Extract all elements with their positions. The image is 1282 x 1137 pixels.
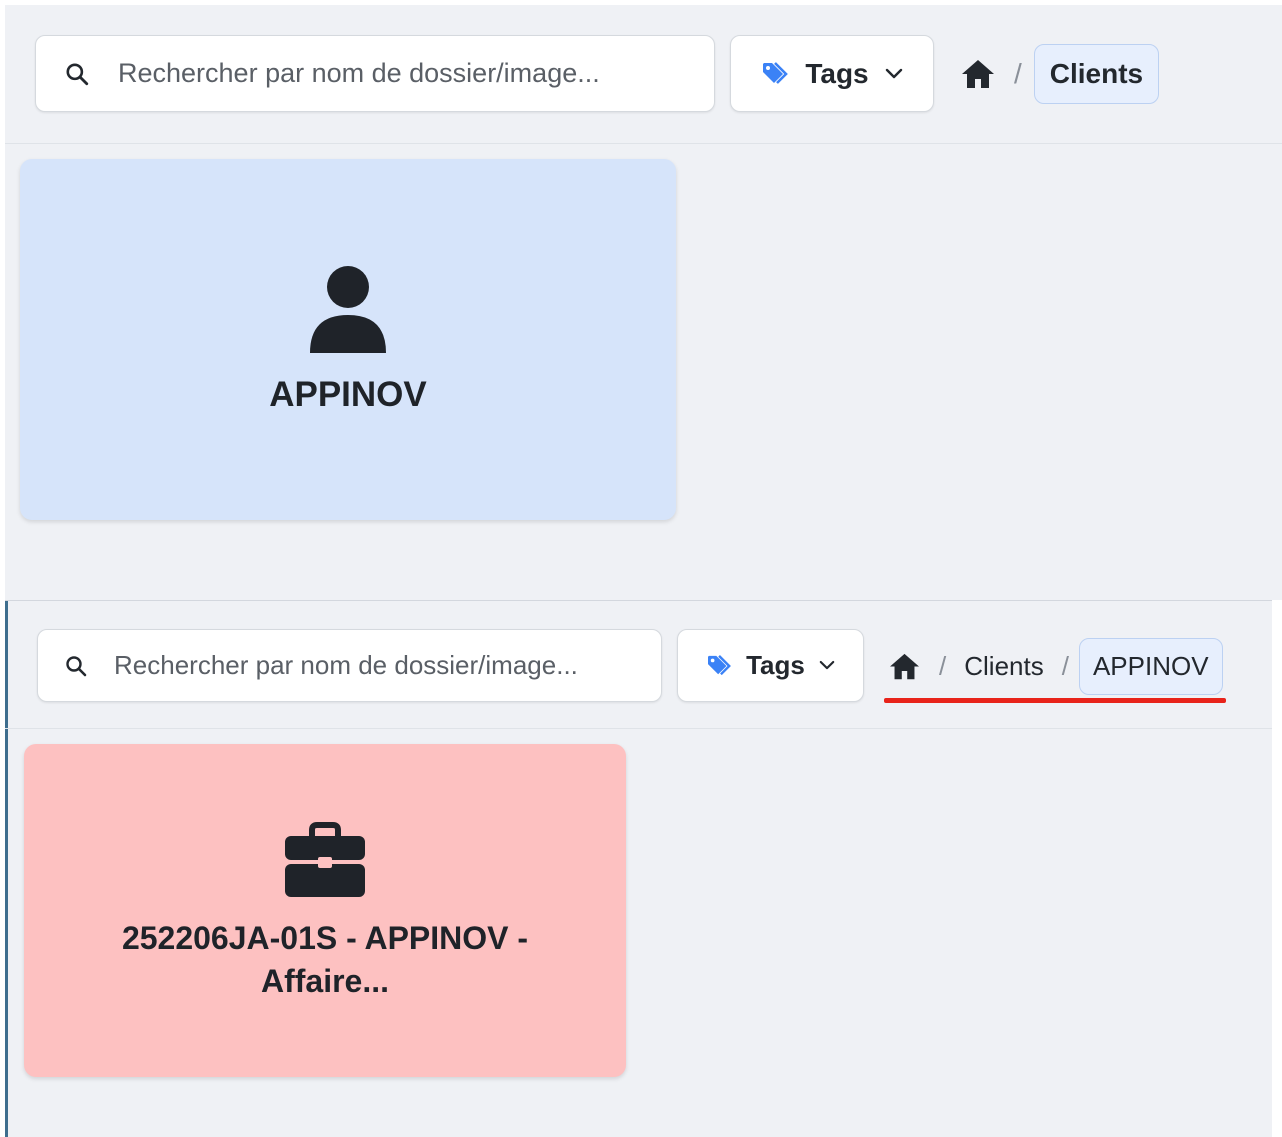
tags-dropdown-button[interactable]: Tags: [730, 35, 934, 112]
chevron-down-icon: [819, 660, 835, 671]
tags-dropdown-button[interactable]: Tags: [677, 629, 864, 702]
search-input[interactable]: Rechercher par nom de dossier/image...: [35, 35, 715, 112]
breadcrumb-separator: /: [1014, 58, 1022, 89]
search-placeholder: Rechercher par nom de dossier/image...: [114, 650, 578, 680]
folder-card-appinov[interactable]: APPINOV: [20, 159, 676, 520]
clients-view: Rechercher par nom de dossier/image... T…: [5, 5, 1282, 600]
tag-icon: [706, 654, 734, 678]
search-icon: [38, 654, 114, 678]
home-icon[interactable]: [888, 652, 921, 681]
card-title-line-2: Affaire...: [260, 962, 390, 999]
search-input[interactable]: Rechercher par nom de dossier/image...: [37, 629, 662, 702]
chevron-down-icon: [885, 68, 903, 80]
card-title: APPINOV: [269, 374, 427, 414]
toolbar: Rechercher par nom de dossier/image... T…: [5, 601, 1272, 729]
breadcrumb: / Clients / APPINOV: [888, 637, 1223, 695]
search-icon: [36, 61, 118, 87]
toolbar: Rechercher par nom de dossier/image... T…: [5, 5, 1282, 144]
breadcrumb-separator: /: [939, 650, 947, 681]
search-placeholder: Rechercher par nom de dossier/image...: [118, 58, 600, 88]
highlight-underline: [884, 698, 1226, 703]
home-icon[interactable]: [960, 58, 996, 90]
user-icon: [308, 265, 388, 355]
breadcrumb-separator: /: [1061, 650, 1069, 681]
briefcase-icon: [284, 821, 366, 898]
breadcrumb-item-clients[interactable]: Clients: [964, 651, 1043, 682]
appinov-view: Rechercher par nom de dossier/image... T…: [5, 600, 1272, 1137]
breadcrumb-item-appinov[interactable]: APPINOV: [1078, 637, 1223, 695]
breadcrumb: / Clients: [960, 43, 1160, 105]
tags-label: Tags: [805, 57, 869, 89]
tags-label: Tags: [746, 650, 805, 680]
tag-icon: [761, 61, 791, 87]
card-title-line-1: 252206JA-01S - APPINOV -: [121, 919, 529, 956]
folder-card-affaire[interactable]: 252206JA-01S - APPINOV - Affaire...: [24, 744, 626, 1077]
breadcrumb-item-clients[interactable]: Clients: [1033, 44, 1160, 104]
